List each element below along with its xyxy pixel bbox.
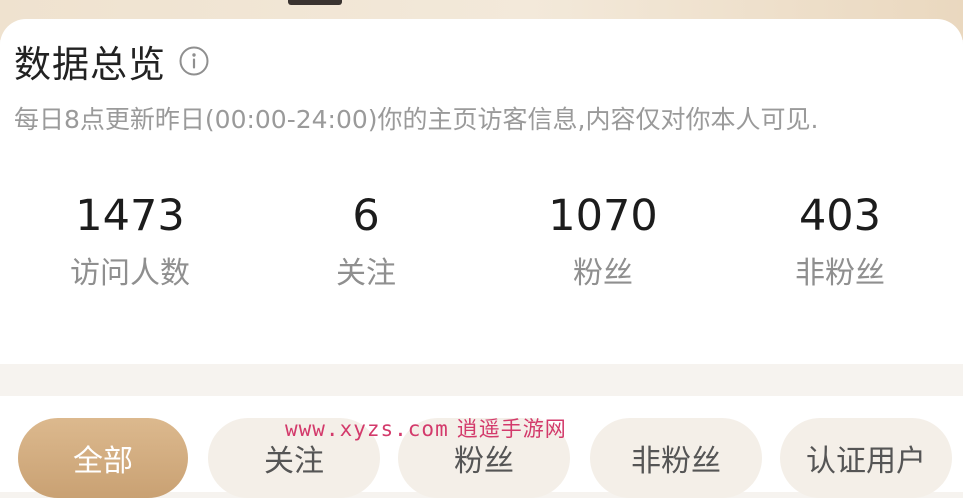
tab-non-fans[interactable]: 非粉丝 (590, 418, 762, 498)
overview-subtitle: 每日8点更新昨日(00:00-24:00)你的主页访客信息,内容仅对你本人可见. (14, 105, 819, 134)
section-divider (0, 364, 963, 396)
drag-handle[interactable] (288, 0, 342, 5)
site-watermark: www.xyzs.com 逍遥手游网 (285, 413, 567, 443)
stat-following[interactable]: 6 关注 (248, 190, 484, 294)
stat-value: 6 (352, 191, 380, 241)
stat-label: 关注 (336, 256, 396, 291)
stat-value: 403 (798, 191, 882, 241)
stat-label: 非粉丝 (795, 256, 885, 291)
stat-visitors[interactable]: 1473 访问人数 (12, 190, 248, 294)
stat-fans[interactable]: 1070 粉丝 (485, 190, 721, 294)
overview-header: 数据总览 (14, 37, 210, 86)
stat-label: 粉丝 (573, 256, 633, 291)
tab-verified-users[interactable]: 认证用户 (780, 418, 952, 498)
tab-all[interactable]: 全部 (18, 418, 188, 498)
stat-label: 访问人数 (70, 256, 190, 291)
watermark-url: www.xyzs.com (285, 417, 449, 441)
stat-value: 1473 (75, 191, 185, 241)
stat-value: 1070 (548, 191, 658, 241)
stat-non-fans[interactable]: 403 非粉丝 (722, 190, 958, 294)
info-icon[interactable] (178, 45, 210, 77)
watermark-site-name: 逍遥手游网 (456, 417, 567, 441)
overview-title: 数据总览 (14, 43, 166, 86)
